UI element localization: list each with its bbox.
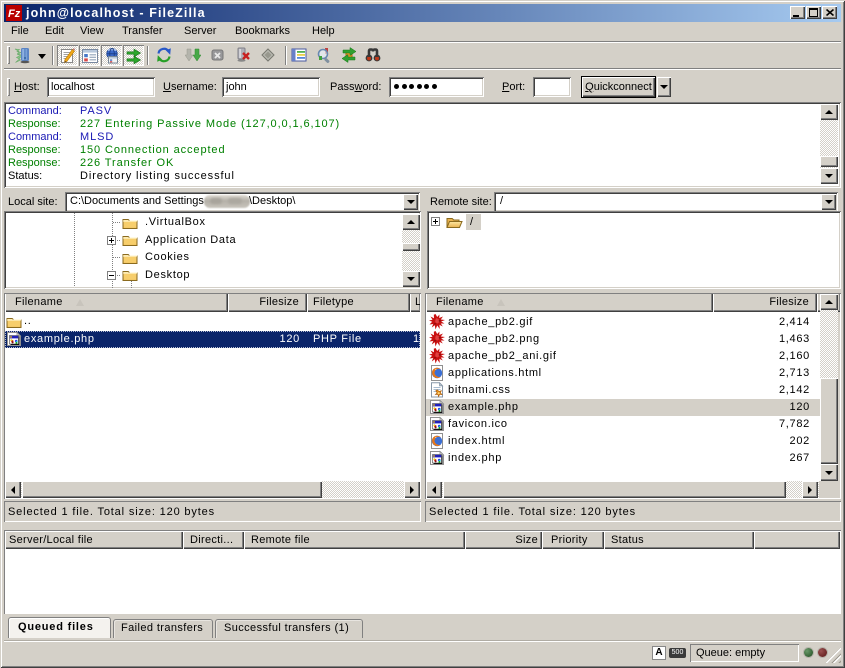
svg-text:Fz: Fz (8, 8, 21, 20)
